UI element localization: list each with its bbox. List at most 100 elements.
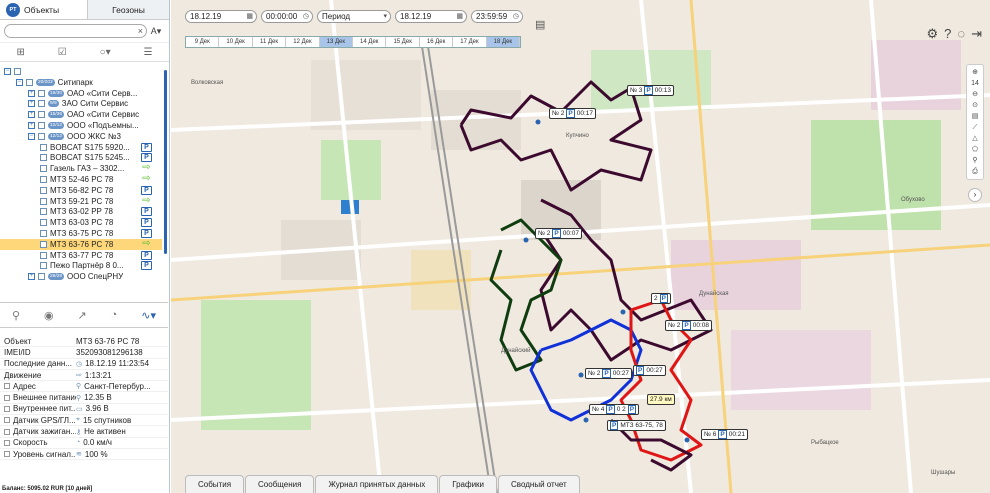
checkbox[interactable] <box>40 186 47 194</box>
time-from-field[interactable]: 00:00:00 ◷ <box>261 10 313 23</box>
expand-all-icon[interactable]: ⊞ <box>16 47 24 58</box>
tree-row[interactable]: − <box>0 66 162 77</box>
map-marker[interactable]: № 6 P 00:21 <box>701 429 749 440</box>
checkbox[interactable] <box>40 251 47 259</box>
gear-icon[interactable]: ⚙ <box>926 26 938 42</box>
checkbox[interactable] <box>38 122 45 129</box>
bottom-tab[interactable]: Сообщения <box>245 475 315 493</box>
tree-row[interactable]: МТЗ 63-03 РС 78 P <box>0 217 162 228</box>
tree-row[interactable]: +19/30 ОАО «Сити Серв... <box>0 88 162 99</box>
tree-row[interactable]: − 20/203 Ситипарк <box>0 77 162 88</box>
checkbox[interactable] <box>40 165 47 173</box>
list-menu-icon[interactable]: ☰ <box>144 47 153 58</box>
checkbox[interactable] <box>40 219 47 227</box>
tree-row[interactable]: МТЗ 56-82 РС 78 P <box>0 185 162 196</box>
timeline-day[interactable]: 10 Дек <box>219 37 253 47</box>
map-marker[interactable]: № 4P0 2P <box>589 404 640 415</box>
timeline-day[interactable]: 15 Дек <box>386 37 420 47</box>
timeline-day[interactable]: 9 Дек <box>186 37 220 47</box>
draw-icon[interactable]: △ <box>972 133 977 144</box>
sort-button[interactable]: A▾ <box>147 26 165 37</box>
timeline-day[interactable]: 16 Дек <box>420 37 454 47</box>
checkbox[interactable] <box>38 89 45 97</box>
timeline-day[interactable]: 12 Дек <box>286 37 320 47</box>
map-canvas[interactable] <box>171 0 990 493</box>
tab-objects[interactable]: РТ Объекты <box>0 0 88 19</box>
tree-row[interactable]: +28/28 ООО СпецРНУ <box>0 271 162 282</box>
tree-row[interactable]: МТЗ 63-77 РС 78 P <box>0 250 162 261</box>
vehicle-label[interactable]: P МТЗ 63-75, 78 <box>607 420 666 431</box>
chat-icon[interactable]: ◌ <box>957 26 965 42</box>
expand-icon[interactable]: + <box>28 273 35 281</box>
ruler-icon[interactable]: ⟋ <box>973 122 978 133</box>
bottom-tab[interactable]: События <box>185 475 245 493</box>
checkbox[interactable] <box>38 111 45 119</box>
check-all-icon[interactable]: ☑ <box>58 47 67 58</box>
zoom-in-icon[interactable]: ⊕ <box>972 67 978 78</box>
bottom-tab[interactable]: Графики <box>439 475 498 493</box>
location-pin-icon[interactable]: ⚲ <box>12 309 20 322</box>
clear-icon[interactable]: × <box>138 25 143 38</box>
search-map-icon[interactable]: ⚲ <box>972 155 977 166</box>
checkbox[interactable] <box>4 394 10 401</box>
time-to-field[interactable]: 23:59:59 ◷ <box>471 10 523 23</box>
checkbox[interactable] <box>38 100 45 108</box>
zoom-out-icon[interactable]: ⊖ <box>972 89 978 100</box>
filter-circle-icon[interactable]: ○▾ <box>100 47 111 58</box>
track-icon[interactable]: ∿▾ <box>141 309 156 322</box>
tree-row[interactable]: − 12/12 ООО ЖКС №3 <box>0 131 162 142</box>
checkbox[interactable] <box>4 417 10 424</box>
polygon-icon[interactable]: ⬠ <box>972 144 978 155</box>
checkbox[interactable] <box>40 230 47 237</box>
expand-icon[interactable]: + <box>28 100 35 108</box>
map-area[interactable]: Купчино Обухово Дунайская Волковская Шуш… <box>171 0 990 493</box>
tree-row[interactable]: МТЗ 59-21 РС 78 ⇨ <box>0 195 162 207</box>
timeline-day[interactable]: 14 Дек <box>353 37 387 47</box>
tree-row[interactable]: +15/36 ОАО «Сити Сервис <box>0 109 162 120</box>
logout-icon[interactable]: ⇥ <box>971 26 982 42</box>
map-marker[interactable]: № 2 P 00:07 <box>535 228 583 239</box>
checkbox[interactable] <box>38 132 45 140</box>
tree-row[interactable]: МТЗ 63-02 РР 78 P <box>0 206 162 217</box>
expand-icon[interactable]: + <box>28 122 35 129</box>
expand-icon[interactable]: + <box>28 111 35 119</box>
checkbox[interactable] <box>40 176 47 183</box>
date-from-field[interactable]: 18.12.19 ▦ <box>185 10 257 23</box>
checkbox[interactable] <box>4 383 10 390</box>
checkbox[interactable] <box>40 208 47 216</box>
tree-row[interactable]: +9/9 ЗАО Сити Сервис <box>0 98 162 109</box>
checkbox[interactable] <box>38 273 45 281</box>
collapse-icon[interactable]: − <box>16 78 23 86</box>
checkbox[interactable] <box>4 405 10 412</box>
checkbox[interactable] <box>26 78 33 86</box>
tree-row[interactable]: Газель ГАЗ – 3302... ⇨ <box>0 163 162 174</box>
map-marker[interactable]: 2P <box>651 293 671 304</box>
tree-row[interactable]: BOBCAT S175 5920... P <box>0 142 162 153</box>
map-marker[interactable]: № 3 P 00:13 <box>627 85 675 96</box>
timeline-day[interactable]: 17 Дек <box>453 37 487 47</box>
tree-row[interactable]: МТЗ 63-76 РС 78 ⇨ <box>0 238 162 250</box>
timeline-day[interactable]: 13 Дек <box>319 37 354 47</box>
tree-row[interactable]: Пежо Партнёр 8 0... P <box>0 260 162 271</box>
tree-row[interactable]: BOBCAT S175 5245... P <box>0 152 162 163</box>
checkbox[interactable] <box>4 451 10 458</box>
map-marker[interactable]: № 2 P 00:17 <box>549 108 597 119</box>
tree-row[interactable]: +12/12 ООО «Подъемны... <box>0 120 162 131</box>
bottom-tab[interactable]: Журнал принятых данных <box>315 475 439 493</box>
search-input[interactable]: × <box>4 24 147 38</box>
checkbox[interactable] <box>40 197 47 205</box>
checkbox[interactable] <box>4 439 10 446</box>
tab-geozones[interactable]: Геозоны <box>88 0 169 19</box>
chart-icon[interactable]: ↗ <box>78 309 87 322</box>
help-icon[interactable]: ? <box>944 26 951 42</box>
collapse-panel-button[interactable]: › <box>968 188 982 202</box>
day-timeline[interactable]: 9 Дек 10 Дек 11 Дек 12 Дек 13 Дек 14 Дек 15 Де… <box>185 36 521 48</box>
checkbox[interactable] <box>14 68 21 75</box>
date-to-field[interactable]: 18.12.19 ▦ <box>395 10 467 23</box>
map-marker[interactable]: P 00:27 <box>633 365 666 376</box>
layers-icon[interactable]: ▤ <box>972 111 979 122</box>
eye-icon[interactable]: ◉ <box>44 309 54 322</box>
zoom-area-icon[interactable]: ⊙ <box>972 100 978 111</box>
timeline-day[interactable]: 18 Дек <box>486 37 521 47</box>
tree-row[interactable]: МТЗ 63-75 РС 78 P <box>0 228 162 239</box>
